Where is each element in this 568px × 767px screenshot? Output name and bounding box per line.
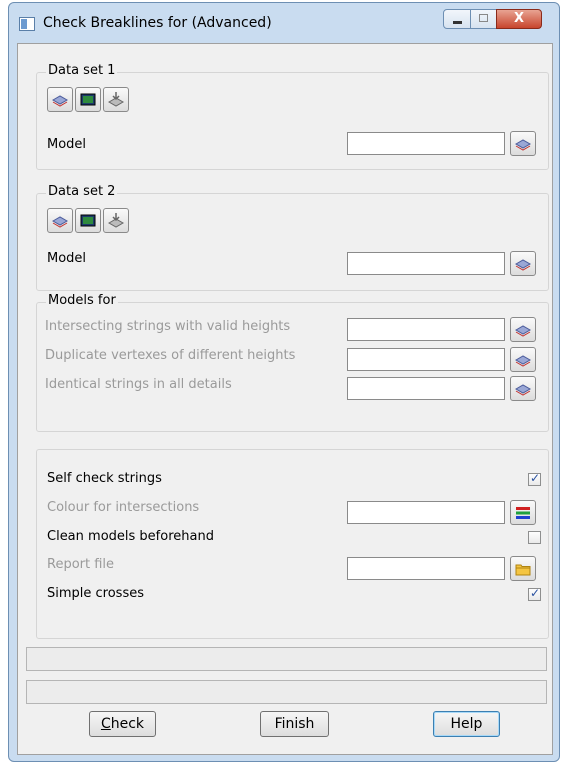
report-file-label: Report file	[47, 557, 115, 572]
model-input-2[interactable]	[347, 252, 505, 275]
title-bar[interactable]: Check Breaklines for (Advanced) X	[9, 3, 559, 43]
status-bar-2	[26, 680, 547, 704]
check-button[interactable]: Check	[89, 711, 156, 737]
self-check-checkbox[interactable]: ✓	[528, 471, 541, 486]
models-for-group: Models for Intersecting strings with val…	[36, 293, 549, 432]
close-button[interactable]: X	[496, 9, 542, 29]
duplicate-vertexes-label: Duplicate vertexes of different heights	[45, 348, 296, 363]
check-mnemonic: C	[100, 716, 111, 732]
colour-input[interactable]	[347, 501, 505, 524]
colour-label: Colour for intersections	[47, 500, 200, 515]
finish-button[interactable]: Finish	[260, 711, 329, 737]
maximize-button[interactable]	[470, 9, 497, 29]
duplicate-vertexes-input[interactable]	[347, 348, 505, 371]
clean-models-label: Clean models beforehand	[47, 529, 214, 544]
status-bar-1	[26, 647, 547, 671]
model-input-1[interactable]	[347, 132, 505, 155]
data-set-2-title: Data set 2	[46, 184, 118, 199]
intersecting-strings-input[interactable]	[347, 318, 505, 341]
clean-models-checkbox[interactable]	[528, 531, 541, 544]
window-title: Check Breaklines for (Advanced)	[43, 15, 272, 31]
simple-crosses-label: Simple crosses	[47, 586, 144, 601]
intersecting-model-select-icon[interactable]	[510, 317, 536, 342]
minimize-button[interactable]	[443, 9, 471, 29]
screen-icon[interactable]	[75, 87, 101, 112]
identical-strings-input[interactable]	[347, 377, 505, 400]
screen-icon[interactable]	[75, 208, 101, 233]
duplicate-model-select-icon[interactable]	[510, 347, 536, 372]
model-select-1-icon[interactable]	[510, 131, 536, 156]
identical-model-select-icon[interactable]	[510, 376, 536, 401]
check-label: heck	[110, 716, 145, 732]
data-set-1-title: Data set 1	[46, 63, 118, 78]
check-mark: ✓	[530, 586, 541, 600]
data-set-1-group: Data set 1 Model	[36, 63, 549, 170]
model-select-2-icon[interactable]	[510, 251, 536, 276]
app-icon	[19, 17, 35, 31]
folder-icon[interactable]	[510, 556, 536, 581]
self-check-label: Self check strings	[47, 471, 162, 486]
models-for-title: Models for	[46, 293, 118, 308]
layers-icon[interactable]	[47, 87, 73, 112]
report-file-input[interactable]	[347, 557, 505, 580]
model-label-2: Model	[47, 251, 87, 266]
intersecting-strings-label: Intersecting strings with valid heights	[45, 319, 291, 334]
help-button[interactable]: Help	[433, 711, 500, 737]
layers-icon[interactable]	[47, 208, 73, 233]
check-mark: ✓	[530, 471, 541, 485]
colour-picker-icon[interactable]	[510, 500, 536, 525]
layers-add-icon[interactable]	[103, 208, 129, 233]
layers-add-icon[interactable]	[103, 87, 129, 112]
simple-crosses-checkbox[interactable]: ✓	[528, 586, 541, 601]
identical-strings-label: Identical strings in all details	[45, 377, 232, 392]
model-label-1: Model	[47, 137, 87, 152]
options-group: Self check strings ✓ Colour for intersec…	[36, 449, 549, 639]
data-set-2-group: Data set 2 Model	[36, 184, 549, 291]
